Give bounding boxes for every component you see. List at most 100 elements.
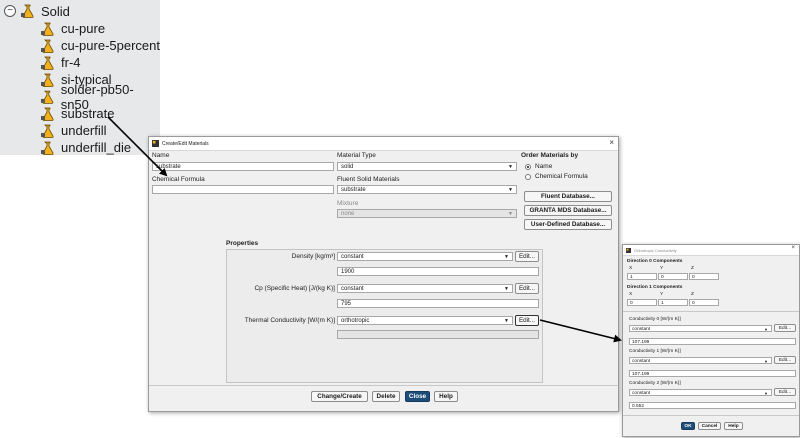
order-by-name-label: Name	[535, 163, 553, 170]
conductivity-1-value-field[interactable]: 107.199	[629, 370, 796, 377]
material-flask-icon	[41, 141, 54, 155]
material-flask-icon	[41, 39, 54, 53]
material-type-dropdown[interactable]: solid ▼	[337, 162, 517, 171]
order-by-name-radio[interactable]	[525, 164, 531, 170]
tree-item-label: cu-pure-5percent	[61, 38, 160, 53]
help-button[interactable]: Help	[434, 391, 458, 402]
dir0-z-header: Z	[691, 266, 694, 271]
tree-item-underfill-die[interactable]: underfill_die	[40, 139, 131, 156]
ortho-titlebar: Orthotropic Conductivity ×	[623, 245, 799, 256]
conductivity-2-value-field[interactable]: 0.552	[629, 402, 796, 409]
tree-item-fr-4[interactable]: fr-4	[40, 54, 81, 71]
orthotropic-conductivity-dialog: Orthotropic Conductivity × Direction 0 C…	[622, 244, 800, 437]
ortho-help-button[interactable]: Help	[724, 422, 743, 430]
chemical-formula-field[interactable]	[152, 185, 334, 194]
cancel-button[interactable]: Cancel	[698, 422, 721, 430]
dropdown-arrow-icon: ▼	[508, 211, 513, 217]
conductivity-2-method-dropdown[interactable]: constant ▼	[629, 389, 772, 396]
density-method-dropdown[interactable]: constant ▼	[337, 252, 513, 261]
tree-root-solid[interactable]: − Solid	[4, 2, 70, 20]
tree-root-label: Solid	[41, 3, 70, 19]
chemical-formula-label: Chemical Formula	[152, 176, 205, 183]
user-defined-database-button[interactable]: User-Defined Database...	[524, 219, 612, 230]
conductivity-2-method-value: constant	[632, 391, 651, 396]
tree-item-underfill[interactable]: underfill	[40, 122, 107, 139]
tree-item-label: fr-4	[61, 55, 81, 70]
change-create-button[interactable]: Change/Create	[311, 391, 368, 402]
tree-item-solder-pb50-sn50[interactable]: solder-pb50-sn50	[40, 82, 160, 112]
tree-item-label: underfill	[61, 123, 107, 138]
dropdown-arrow-icon: ▼	[504, 318, 509, 324]
cp-value-field[interactable]: 795	[337, 299, 539, 308]
material-type-value: solid	[341, 164, 354, 170]
ok-button[interactable]: OK	[681, 422, 695, 430]
conductivity-0-method-dropdown[interactable]: constant ▼	[629, 325, 772, 332]
order-by-formula-radio[interactable]	[525, 174, 531, 180]
tree-item-substrate[interactable]: substrate	[40, 105, 114, 122]
tree-item-cu-pure[interactable]: cu-pure	[40, 20, 105, 37]
tree-item-cu-pure-5percent[interactable]: cu-pure-5percent	[40, 37, 160, 54]
dir0-z-field[interactable]: 0	[689, 273, 719, 280]
dir0-x-field[interactable]: 1	[627, 273, 657, 280]
dir1-y-field[interactable]: 1	[658, 299, 688, 306]
dir1-z-field[interactable]: 0	[689, 299, 719, 306]
dir0-x-header: X	[629, 266, 633, 271]
close-button[interactable]: Close	[405, 391, 430, 402]
dir1-x-header: X	[629, 292, 633, 297]
dir1-x-field[interactable]: 0	[627, 299, 657, 306]
fluent-app-icon	[152, 140, 159, 147]
conductivity-1-edit-button[interactable]: Edit...	[774, 356, 796, 364]
mixture-label: Mixture	[337, 200, 359, 207]
dialog-divider	[149, 385, 618, 386]
mixture-dropdown: none ▼	[337, 209, 517, 218]
cp-method-dropdown[interactable]: constant ▼	[337, 284, 513, 293]
direction-1-label: Direction 1 Components	[627, 285, 683, 290]
granta-database-button[interactable]: GRANTA MDS Database...	[524, 205, 612, 216]
conductivity-1-method-value: constant	[632, 359, 651, 364]
material-flask-icon	[41, 56, 54, 70]
dir1-y-header: Y	[660, 292, 664, 297]
order-by-formula-label: Chemical Formula	[535, 173, 588, 180]
thermal-conductivity-label: Thermal Conductivity [W/(m K)]	[244, 317, 335, 324]
dir0-y-header: Y	[660, 266, 664, 271]
direction-0-label: Direction 0 Components	[627, 259, 683, 264]
thermal-conductivity-edit-button[interactable]: Edit...	[515, 315, 539, 326]
conductivity-1-method-dropdown[interactable]: constant ▼	[629, 357, 772, 364]
close-icon[interactable]: ×	[609, 138, 614, 147]
fluent-solid-materials-dropdown[interactable]: substrate ▼	[337, 185, 517, 194]
material-flask-icon	[41, 73, 54, 87]
material-flask-icon	[40, 90, 54, 104]
name-label: Name	[152, 152, 170, 159]
dropdown-arrow-icon: ▼	[504, 254, 509, 260]
conductivity-2-edit-button[interactable]: Edit...	[774, 388, 796, 396]
tree-item-label: underfill_die	[61, 140, 132, 155]
mixture-value: none	[341, 211, 355, 217]
delete-button[interactable]: Delete	[372, 391, 400, 402]
cp-method-value: constant	[341, 286, 364, 292]
close-icon[interactable]: ×	[791, 245, 795, 251]
conductivity-1-label: Conductivity 1 [W/(m K)]	[629, 349, 681, 354]
create-edit-materials-dialog: Create/Edit Materials × Name substrate C…	[148, 136, 619, 412]
conductivity-0-value-field[interactable]: 107.199	[629, 338, 796, 345]
ortho-divider	[623, 311, 799, 312]
material-flask-icon	[21, 4, 34, 18]
conductivity-0-edit-button[interactable]: Edit...	[774, 324, 796, 332]
density-label: Density [kg/m³]	[291, 253, 335, 260]
density-edit-button[interactable]: Edit...	[515, 251, 539, 262]
properties-label: Properties	[226, 240, 259, 247]
dropdown-arrow-icon: ▼	[504, 286, 509, 292]
ortho-title: Orthotropic Conductivity	[634, 247, 677, 253]
cp-edit-button[interactable]: Edit...	[515, 283, 539, 294]
material-flask-icon	[41, 124, 54, 138]
thermal-conductivity-value-field	[337, 330, 539, 339]
density-value-field[interactable]: 1900	[337, 267, 539, 276]
density-method-value: constant	[341, 254, 364, 260]
conductivity-0-label: Conductivity 0 [W/(m K)]	[629, 317, 681, 322]
thermal-conductivity-method-dropdown[interactable]: orthotropic ▼	[337, 316, 513, 325]
name-field[interactable]: substrate	[152, 162, 334, 171]
ortho-bottom-divider	[623, 415, 799, 416]
tree-item-label: cu-pure	[61, 21, 106, 36]
collapse-icon[interactable]: −	[4, 5, 16, 17]
dir0-y-field[interactable]: 0	[658, 273, 688, 280]
fluent-database-button[interactable]: Fluent Database...	[524, 191, 612, 202]
